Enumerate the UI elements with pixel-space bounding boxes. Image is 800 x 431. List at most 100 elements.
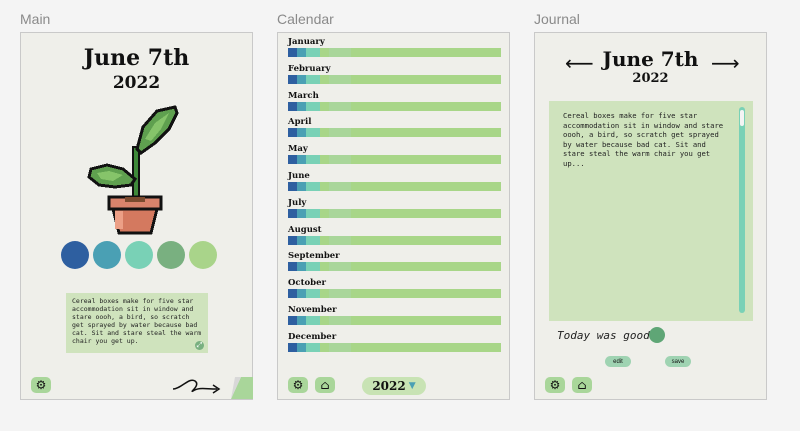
- settings-button[interactable]: ⚙: [31, 377, 51, 393]
- day-segment[interactable]: [288, 342, 297, 352]
- day-segment[interactable]: [329, 235, 351, 245]
- gear-icon: ⚙: [292, 378, 304, 392]
- day-segment[interactable]: [288, 48, 297, 57]
- month-bar[interactable]: [288, 262, 501, 272]
- day-segment[interactable]: [329, 182, 351, 191]
- day-segment[interactable]: [288, 155, 297, 165]
- day-segment[interactable]: [297, 289, 306, 299]
- day-segment[interactable]: [297, 155, 306, 165]
- expand-icon[interactable]: ⤢: [195, 341, 204, 350]
- month-row[interactable]: August: [288, 225, 501, 251]
- main-date: June 7th: [83, 45, 190, 71]
- edit-button[interactable]: edit: [605, 356, 631, 367]
- month-bar[interactable]: [288, 342, 501, 352]
- day-segment[interactable]: [306, 74, 320, 84]
- month-name: October: [288, 278, 327, 289]
- month-row[interactable]: January: [288, 37, 501, 63]
- month-row[interactable]: July: [288, 198, 501, 224]
- month-bar[interactable]: [288, 208, 501, 218]
- day-segment[interactable]: [288, 262, 297, 272]
- day-segment[interactable]: [329, 289, 351, 299]
- day-segment[interactable]: [329, 74, 351, 84]
- day-segment[interactable]: [297, 48, 306, 57]
- day-segment[interactable]: [329, 208, 351, 218]
- month-row[interactable]: April: [288, 117, 501, 143]
- day-segment[interactable]: [329, 155, 351, 165]
- month-bar[interactable]: [288, 182, 501, 191]
- day-segment[interactable]: [297, 235, 306, 245]
- month-bar[interactable]: [288, 128, 501, 138]
- month-bar[interactable]: [288, 48, 501, 57]
- day-segment[interactable]: [288, 289, 297, 299]
- day-segment[interactable]: [288, 101, 297, 111]
- month-bar[interactable]: [288, 289, 501, 299]
- color-swatch-5[interactable]: [189, 241, 217, 269]
- month-bar[interactable]: [288, 235, 501, 245]
- day-segment[interactable]: [297, 208, 306, 218]
- day-segment[interactable]: [297, 262, 306, 272]
- day-segment[interactable]: [297, 74, 306, 84]
- day-segment[interactable]: [329, 262, 351, 272]
- day-segment[interactable]: [306, 101, 320, 111]
- day-segment[interactable]: [329, 342, 351, 352]
- plant-icon: [87, 105, 179, 235]
- day-segment[interactable]: [329, 101, 351, 111]
- color-swatch-1[interactable]: [61, 241, 89, 269]
- main-note[interactable]: Cereal boxes make for five star accommod…: [66, 293, 208, 353]
- month-row[interactable]: November: [288, 305, 501, 331]
- month-row[interactable]: December: [288, 332, 501, 358]
- month-bar[interactable]: [288, 74, 501, 84]
- month-row[interactable]: May: [288, 144, 501, 170]
- day-segment[interactable]: [306, 342, 320, 352]
- month-name: March: [288, 90, 319, 101]
- day-segment[interactable]: [306, 182, 320, 191]
- color-swatch-3[interactable]: [125, 241, 153, 269]
- day-segment[interactable]: [306, 289, 320, 299]
- day-segment[interactable]: [329, 128, 351, 138]
- day-segment[interactable]: [297, 316, 306, 325]
- save-button[interactable]: save: [665, 356, 691, 367]
- month-row[interactable]: June: [288, 171, 501, 197]
- day-segment[interactable]: [306, 48, 320, 57]
- settings-button[interactable]: ⚙: [288, 377, 308, 393]
- day-segment[interactable]: [288, 74, 297, 84]
- month-bar[interactable]: [288, 155, 501, 165]
- day-segment[interactable]: [329, 316, 351, 325]
- month-bar[interactable]: [288, 316, 501, 325]
- home-button[interactable]: ⌂: [315, 377, 335, 393]
- day-segment[interactable]: [288, 182, 297, 191]
- day-segment[interactable]: [288, 208, 297, 218]
- day-segment[interactable]: [306, 128, 320, 138]
- day-segment[interactable]: [297, 182, 306, 191]
- day-segment[interactable]: [297, 101, 306, 111]
- month-row[interactable]: October: [288, 278, 501, 304]
- swirl-arrow-icon[interactable]: [171, 373, 223, 397]
- color-swatch-2[interactable]: [93, 241, 121, 269]
- mood-indicator[interactable]: [649, 327, 665, 343]
- scrollbar-thumb[interactable]: [740, 110, 744, 126]
- day-segment[interactable]: [297, 342, 306, 352]
- page-curl-icon[interactable]: [231, 377, 253, 399]
- month-row[interactable]: September: [288, 251, 501, 277]
- day-segment[interactable]: [288, 316, 297, 325]
- scrollbar[interactable]: [739, 107, 745, 313]
- home-button[interactable]: ⌂: [572, 377, 592, 393]
- day-segment[interactable]: [297, 128, 306, 138]
- journal-year: 2022: [632, 71, 669, 86]
- year-selector[interactable]: 2022 ▼: [362, 377, 426, 395]
- day-segment[interactable]: [288, 235, 297, 245]
- month-row[interactable]: March: [288, 91, 501, 117]
- day-segment[interactable]: [306, 235, 320, 245]
- day-segment[interactable]: [288, 128, 297, 138]
- journal-entry-box[interactable]: Cereal boxes make for five star accommod…: [549, 101, 753, 321]
- color-swatch-4[interactable]: [157, 241, 185, 269]
- settings-button[interactable]: ⚙: [545, 377, 565, 393]
- month-name: November: [288, 305, 337, 315]
- month-bar[interactable]: [288, 101, 501, 111]
- day-segment[interactable]: [306, 316, 320, 325]
- day-segment[interactable]: [306, 262, 320, 272]
- month-row[interactable]: February: [288, 64, 501, 90]
- day-segment[interactable]: [306, 208, 320, 218]
- day-segment[interactable]: [329, 48, 351, 57]
- day-segment[interactable]: [306, 155, 320, 165]
